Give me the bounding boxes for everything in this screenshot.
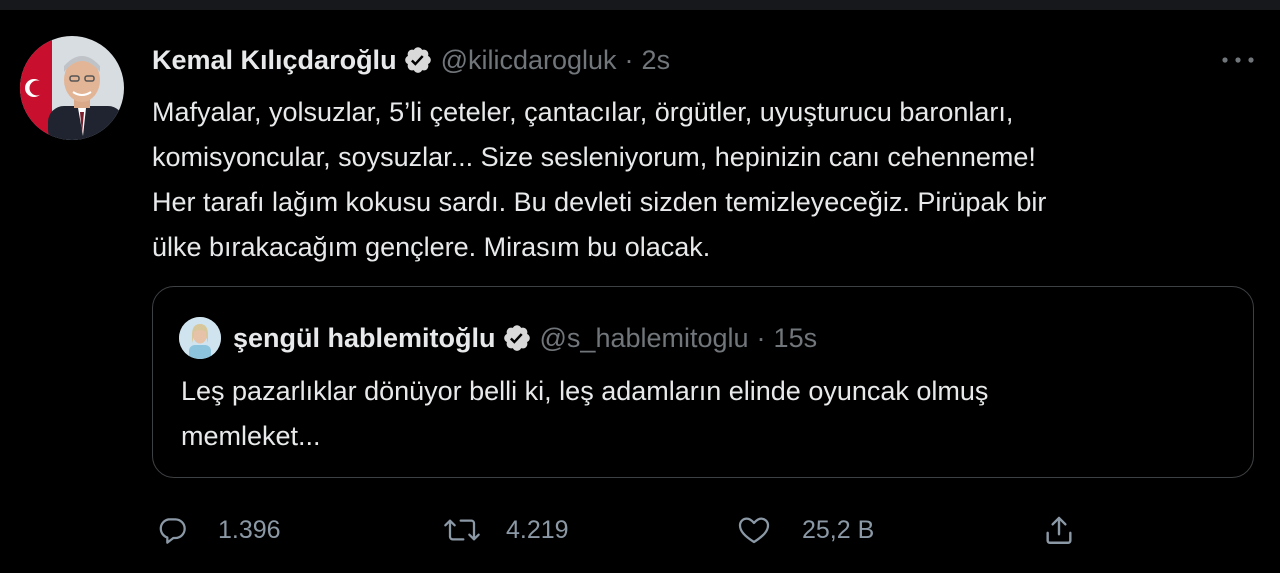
tweet-header: Kemal Kılıçdaroğlu @kilicdarogluk · 2s xyxy=(152,40,670,80)
author-avatar[interactable] xyxy=(20,36,124,140)
tweet-text-line: Mafyalar, yolsuzlar, 5’li çeteler, çanta… xyxy=(152,97,1014,127)
quoted-tweet-header: şengül hablemitoğlu @s_hablemitoglu · 15… xyxy=(233,319,817,357)
reply-count: 1.396 xyxy=(218,515,281,544)
like-count: 25,2 B xyxy=(802,515,875,544)
like-button[interactable]: 25,2 B xyxy=(736,508,874,552)
quoted-tweet-timestamp[interactable]: 15s xyxy=(774,323,818,354)
tweet-text: Mafyalar, yolsuzlar, 5’li çeteler, çanta… xyxy=(152,90,1242,270)
tweet-actions: 1.396 4.219 25,2 B xyxy=(0,508,1280,552)
tweet-text-line: ülke bırakacağım gençlere. Mirasım bu ol… xyxy=(152,232,711,262)
separator-dot: · xyxy=(624,44,634,75)
reply-button[interactable]: 1.396 xyxy=(156,508,281,552)
quoted-author-handle[interactable]: @s_hablemitoglu xyxy=(540,323,749,354)
retweet-button[interactable]: 4.219 xyxy=(442,508,569,552)
verified-badge-icon xyxy=(403,45,433,75)
top-strip xyxy=(0,0,1280,10)
tweet-text-line: komisyoncular, soysuzlar... Size sesleni… xyxy=(152,142,1036,172)
like-icon xyxy=(736,514,772,546)
author-handle[interactable]: @kilicdarogluk xyxy=(441,45,617,76)
share-button[interactable] xyxy=(1042,508,1076,552)
quoted-tweet[interactable]: şengül hablemitoğlu @s_hablemitoglu · 15… xyxy=(152,286,1254,478)
more-dots-icon[interactable] xyxy=(1220,52,1256,68)
quoted-author-avatar[interactable] xyxy=(179,317,221,359)
tweet-text-line: Her tarafı lağım kokusu sardı. Bu devlet… xyxy=(152,187,1047,217)
verified-badge-icon xyxy=(502,323,532,353)
tweet-timestamp[interactable]: 2s xyxy=(642,45,671,76)
author-name[interactable]: Kemal Kılıçdaroğlu xyxy=(152,45,397,76)
separator-dot: · xyxy=(756,322,766,353)
reply-icon xyxy=(156,514,188,546)
retweet-count: 4.219 xyxy=(506,515,569,544)
tweet[interactable]: Kemal Kılıçdaroğlu @kilicdarogluk · 2s M… xyxy=(0,10,1280,573)
quoted-author-name[interactable]: şengül hablemitoğlu xyxy=(233,323,496,354)
quoted-text-line: Leş pazarlıklar dönüyor belli ki, leş ad… xyxy=(181,376,989,406)
quoted-text-line: memleket... xyxy=(181,421,321,451)
share-icon xyxy=(1042,513,1076,547)
quoted-tweet-text: Leş pazarlıklar dönüyor belli ki, leş ad… xyxy=(181,369,1221,459)
retweet-icon xyxy=(442,514,482,546)
